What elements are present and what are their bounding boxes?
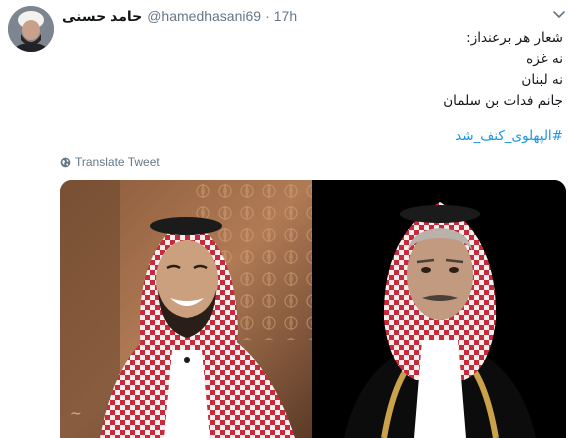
chevron-down-icon[interactable] [551,9,567,21]
tweet-text: شعار هر برعنداز: نه غزه نه لبنان جانم فد… [83,28,563,112]
avatar-image [8,6,54,52]
photo-left-image: ~ [60,180,312,438]
tweet-text-line: نه غزه [526,51,563,67]
photo-left[interactable]: ~ [60,180,312,438]
tweet-text-line: شعار هر برعنداز: [466,30,563,46]
author-avatar[interactable] [8,6,54,52]
globe-icon [60,157,71,167]
tweet-header: حامد حسنی @hamedhasani69 · 17h [62,7,297,25]
photo-right-image [314,180,566,438]
media-gallery: ~ [60,180,566,438]
author-handle[interactable]: @hamedhasani69 [147,8,261,24]
header-separator: · [265,8,270,24]
tweet-text-line: نه لبنان [521,72,563,88]
translate-label: Translate Tweet [75,155,160,169]
tweet-text-line: جانم فدات بن سلمان [443,93,563,109]
author-name[interactable]: حامد حسنی [62,8,142,24]
translate-tweet-link[interactable]: Translate Tweet [60,154,160,170]
svg-text:~: ~ [70,406,82,422]
hashtag-link[interactable]: #الپهلوی_کنف_شد [455,126,563,146]
tweet: حامد حسنی @hamedhasani69 · 17h شعار هر برعن… [0,0,575,438]
tweet-timestamp[interactable]: 17h [274,8,297,24]
photo-right[interactable] [314,180,566,438]
